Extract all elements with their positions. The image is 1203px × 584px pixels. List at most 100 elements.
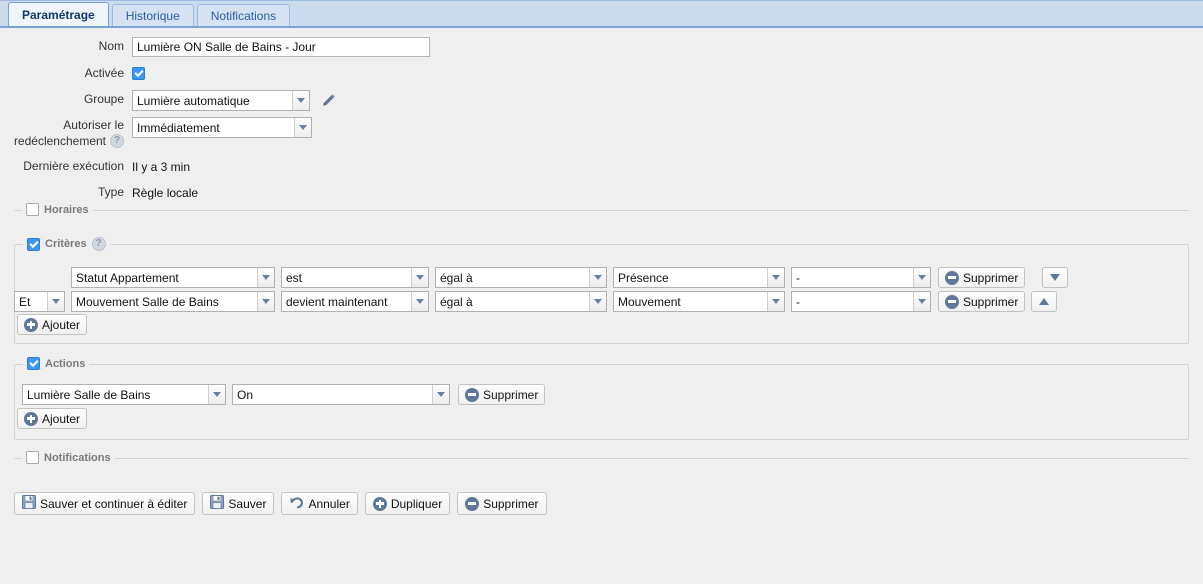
chevron-down-icon: [47, 292, 64, 311]
nom-input[interactable]: Lumière ON Salle de Bains - Jour: [132, 37, 430, 57]
criteria-delete-button[interactable]: Supprimer: [938, 291, 1026, 312]
criteria-subject-value: Statut Appartement: [76, 270, 179, 285]
criteria-move-down-button[interactable]: [1042, 267, 1069, 288]
section-horaires-label: Horaires: [44, 203, 89, 216]
chevron-down-icon: [257, 292, 274, 311]
minus-circle-icon: [945, 294, 959, 309]
action-command-value: On: [237, 387, 254, 402]
action-command-select[interactable]: On: [232, 384, 450, 405]
redeclenchement-label: Autoriser le redéclenchement ?: [0, 117, 132, 149]
triangle-up-icon: [1039, 298, 1050, 305]
criteria-value-select[interactable]: Mouvement: [613, 291, 785, 312]
field-row-redeclenchement: Autoriser le redéclenchement ? Immédiate…: [0, 117, 1203, 149]
derniere-execution-value: Il y a 3 min: [132, 160, 191, 174]
tab-label: Paramétrage: [22, 7, 95, 22]
criteria-subject-select[interactable]: Statut Appartement: [71, 267, 275, 288]
criteria-extra-select[interactable]: -: [791, 267, 931, 288]
action-target-select[interactable]: Lumière Salle de Bains: [22, 384, 226, 405]
delete-button[interactable]: Supprimer: [457, 492, 547, 515]
redeclenchement-select[interactable]: Immédiatement: [132, 117, 312, 138]
criteria-verb-value: devient maintenant: [286, 294, 388, 309]
undo-icon: [289, 495, 304, 512]
minus-circle-icon: [465, 496, 480, 511]
tab-bar-filler: [293, 4, 1203, 26]
criteria-value-value: Présence: [618, 270, 669, 285]
redeclenchement-select-value: Immédiatement: [137, 120, 220, 135]
groupe-label: Groupe: [83, 92, 124, 106]
edit-pencil-icon[interactable]: [320, 92, 337, 109]
action-add-button[interactable]: Ajouter: [17, 408, 88, 429]
chevron-down-icon: [913, 292, 930, 311]
chevron-down-icon: [913, 268, 930, 287]
action-target-value: Lumière Salle de Bains: [27, 387, 151, 402]
section-horaires: Horaires: [14, 203, 1189, 216]
save-label: Sauver: [228, 496, 267, 511]
chevron-down-icon: [589, 292, 606, 311]
save-button[interactable]: Sauver: [202, 492, 275, 515]
redeclenchement-label-line1: Autoriser le: [63, 118, 124, 132]
criteria-extra-value: -: [796, 270, 800, 285]
tab-notifications[interactable]: Notifications: [196, 4, 291, 26]
type-label: Type: [97, 185, 124, 199]
criteria-comparator-select[interactable]: égal à: [435, 267, 607, 288]
criteria-value-value: Mouvement: [618, 294, 681, 309]
tab-historique[interactable]: Historique: [111, 4, 194, 26]
criteria-verb-select[interactable]: devient maintenant: [281, 291, 429, 312]
action-delete-label: Supprimer: [483, 387, 539, 402]
criteria-move-up-button[interactable]: [1031, 291, 1058, 312]
field-row-groupe: Groupe Lumière automatique: [0, 90, 1203, 111]
minus-circle-icon: [465, 387, 479, 402]
delete-label: Supprimer: [483, 496, 539, 511]
groupe-select-value: Lumière automatique: [137, 93, 250, 108]
section-notifications: Notifications: [14, 451, 1189, 464]
tab-bar: Paramétrage Historique Notifications: [0, 0, 1203, 28]
activee-label: Activée: [84, 66, 124, 80]
type-value: Règle locale: [132, 186, 199, 200]
section-notifications-legend: Notifications: [22, 451, 115, 464]
save-and-continue-label: Sauver et continuer à éditer: [40, 496, 188, 511]
criteria-verb-value: est: [286, 270, 303, 285]
groupe-select[interactable]: Lumière automatique: [132, 90, 310, 111]
cancel-button[interactable]: Annuler: [281, 492, 358, 515]
plus-circle-icon: [24, 411, 38, 426]
criteria-subject-value: Mouvement Salle de Bains: [76, 294, 219, 309]
action-delete-button[interactable]: Supprimer: [458, 384, 546, 405]
criteria-comparator-select[interactable]: égal à: [435, 291, 607, 312]
chevron-down-icon: [411, 268, 428, 287]
chevron-down-icon: [767, 292, 784, 311]
chevron-down-icon: [411, 292, 428, 311]
criteria-extra-select[interactable]: -: [791, 291, 931, 312]
horaires-checkbox[interactable]: [26, 203, 39, 216]
section-horaires-legend: Horaires: [22, 203, 93, 216]
criteria-add-button[interactable]: Ajouter: [17, 314, 88, 335]
criteria-delete-button[interactable]: Supprimer: [938, 267, 1026, 288]
criteria-subject-select[interactable]: Mouvement Salle de Bains: [71, 291, 275, 312]
criteria-value-select[interactable]: Présence: [613, 267, 785, 288]
chevron-down-icon: [432, 385, 449, 404]
criteria-verb-select[interactable]: est: [281, 267, 429, 288]
settings-form: Nom Lumière ON Salle de Bains - Jour Act…: [0, 28, 1203, 208]
field-row-derniere-execution: Dernière exécution Il y a 3 min: [0, 157, 1203, 177]
tab-parametrage[interactable]: Paramétrage: [8, 2, 109, 26]
help-icon[interactable]: ?: [110, 134, 124, 148]
criteria-add-label: Ajouter: [42, 317, 81, 332]
action-row: Lumière Salle de Bains On Supprimer: [22, 384, 546, 405]
chevron-down-icon: [257, 268, 274, 287]
criteria-logic-select[interactable]: Et: [14, 291, 65, 312]
notifications-checkbox[interactable]: [26, 451, 39, 464]
help-icon[interactable]: ?: [91, 237, 106, 251]
criteria-row: Et Mouvement Salle de Bains devient main…: [14, 291, 1058, 312]
actions-checkbox[interactable]: [27, 357, 40, 370]
activee-checkbox[interactable]: [132, 66, 145, 80]
save-and-continue-button[interactable]: Sauver et continuer à éditer: [14, 492, 196, 515]
action-add-label: Ajouter: [42, 411, 81, 426]
section-criteres-label: Critères: [45, 238, 87, 250]
criteres-checkbox[interactable]: [27, 237, 40, 251]
nom-label: Nom: [98, 39, 124, 53]
duplicate-button[interactable]: Dupliquer: [364, 492, 451, 515]
field-row-type: Type Règle locale: [0, 183, 1203, 203]
minus-circle-icon: [945, 270, 959, 285]
criteria-extra-value: -: [796, 294, 800, 309]
plus-circle-icon: [372, 496, 387, 511]
derniere-execution-label: Dernière exécution: [23, 159, 124, 173]
